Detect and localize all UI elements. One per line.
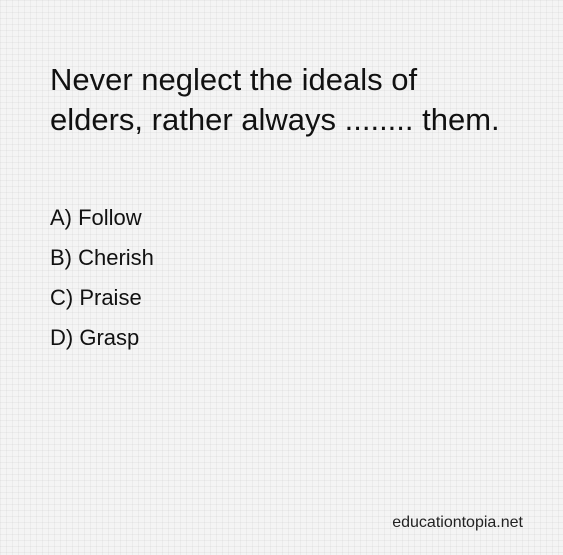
site-watermark: educationtopia.net	[392, 514, 523, 531]
answer-options: A) Follow B) Cherish C) Praise D) Grasp	[50, 198, 154, 358]
option-b: B) Cherish	[50, 245, 154, 270]
question-text: Never neglect the ideals of elders, rath…	[50, 62, 500, 137]
option-c: C) Praise	[50, 285, 142, 310]
quiz-card: Never neglect the ideals of elders, rath…	[0, 0, 563, 555]
option-a: A) Follow	[50, 205, 142, 230]
option-d: D) Grasp	[50, 325, 140, 350]
